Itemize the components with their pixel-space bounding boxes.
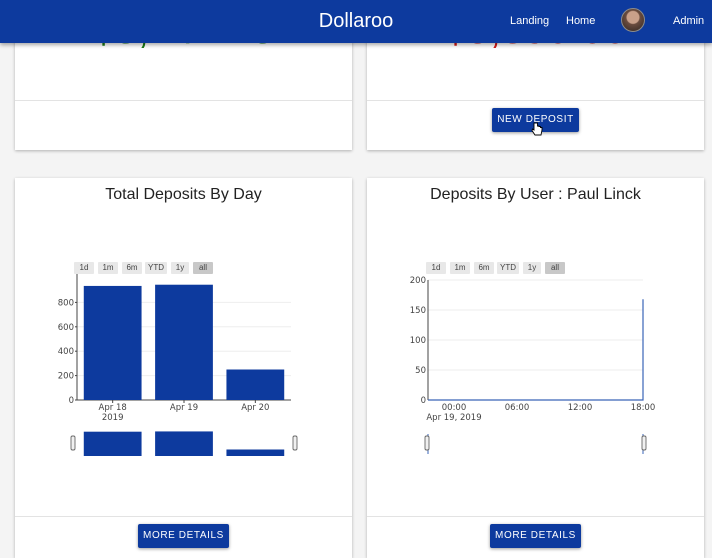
y-tick-label: 0 [69, 396, 74, 406]
range-handle-left[interactable] [424, 435, 430, 451]
hand-cursor-icon [531, 122, 543, 136]
y-tick-label: 100 [410, 336, 426, 346]
range-slider-bar [83, 431, 142, 456]
range-slider-bar [226, 449, 285, 456]
range-handle-left[interactable] [70, 435, 76, 451]
avatar[interactable] [621, 8, 645, 32]
x-tick-label: Apr 19 [170, 403, 198, 413]
y-tick-label: 200 [410, 276, 426, 286]
more-details-button[interactable]: MORE DETAILS [490, 524, 581, 548]
line-chart: 0 50 100 150 200 00:00 06:00 12:00 18:00 Apr 19, … [410, 276, 656, 454]
y-tick-label: 600 [58, 323, 74, 333]
nav-link-home[interactable]: Home [566, 15, 595, 27]
app-bar: Dollaroo Landing Home Admin [0, 0, 712, 43]
card-divider [367, 516, 704, 517]
nav-link-admin[interactable]: Admin [673, 15, 704, 27]
x-tick-label: 00:00 [442, 403, 467, 413]
x-tick-label: 12:00 [568, 403, 593, 413]
y-tick-label: 150 [410, 306, 426, 316]
x-tick-label: 18:00 [631, 403, 656, 413]
more-details-button[interactable]: MORE DETAILS [138, 524, 229, 548]
y-tick-label: 200 [58, 372, 74, 382]
y-tick-label: 800 [58, 298, 74, 308]
bar [83, 285, 142, 400]
y-tick-label: 400 [58, 347, 74, 357]
nav-link-landing[interactable]: Landing [510, 15, 549, 27]
x-sublabel: Apr 19, 2019 [426, 413, 481, 423]
card-divider [15, 100, 352, 101]
range-slider-bar [155, 431, 213, 456]
y-tick-label: 0 [421, 396, 426, 406]
chart-card-deposits-by-day: Total Deposits By Day 1d 1m 6m YTD 1y al… [15, 178, 352, 558]
bar [226, 369, 285, 400]
x-tick-label: Apr 18 [99, 403, 127, 413]
y-tick-label: 50 [415, 366, 426, 376]
range-handle-right[interactable] [292, 435, 298, 451]
chart-card-deposits-by-user: Deposits By User : Paul Linck 1d 1m 6m Y… [367, 178, 704, 558]
bar-chart: 0 200 400 600 800 Apr 18 Apr 19 Apr 20 2019 [58, 274, 298, 456]
x-tick-label: Apr 20 [241, 403, 269, 413]
range-handle-right[interactable] [641, 435, 647, 451]
card-divider [15, 516, 352, 517]
app-title: Dollaroo [318, 10, 394, 32]
series-line [428, 299, 644, 401]
x-tick-label: 06:00 [505, 403, 530, 413]
x-sublabel: 2019 [102, 413, 124, 423]
bar [155, 284, 213, 400]
card-divider [367, 100, 704, 101]
